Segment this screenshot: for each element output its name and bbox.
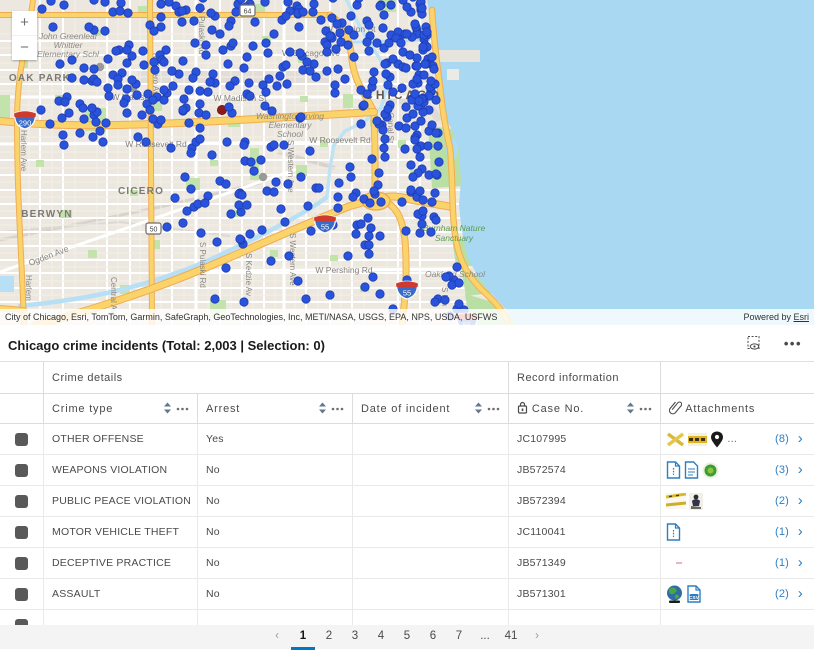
svg-text:W Pershing Rd: W Pershing Rd [315, 265, 372, 275]
svg-text:OAK PARK: OAK PARK [9, 73, 71, 84]
svg-text:S Pulaski Rd: S Pulaski Rd [198, 242, 207, 288]
svg-text:55: 55 [321, 223, 329, 232]
svg-text:64: 64 [244, 9, 252, 16]
svg-text:Sanctuary: Sanctuary [435, 233, 474, 243]
svg-text:CICERO: CICERO [118, 186, 164, 197]
svg-text:CSV: CSV [689, 595, 700, 600]
svg-text:School: School [277, 129, 304, 139]
svg-text:W Roosevelt Rd: W Roosevelt Rd [125, 139, 187, 149]
svg-text:50: 50 [150, 227, 158, 234]
svg-text:W Madison St: W Madison St [214, 93, 268, 103]
svg-text:290: 290 [19, 119, 32, 128]
svg-text:Harlem: Harlem [24, 275, 33, 301]
svg-text:W Roosevelt Rd: W Roosevelt Rd [309, 135, 371, 145]
svg-text:Harlem Ave: Harlem Ave [19, 130, 28, 172]
svg-text:BERWYN: BERWYN [21, 209, 72, 220]
svg-text:55: 55 [403, 289, 411, 298]
svg-text:S Kedzie Av: S Kedzie Av [244, 253, 253, 296]
